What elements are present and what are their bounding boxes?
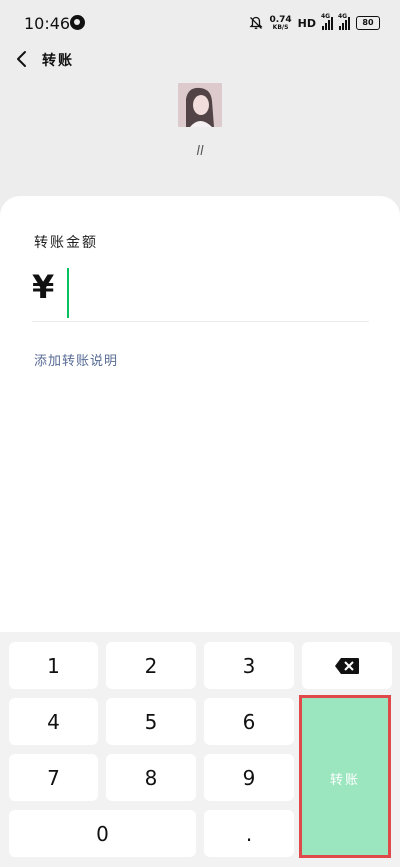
avatar-photo <box>178 83 222 127</box>
status-time: 10:46 <box>24 14 71 33</box>
key-0[interactable]: 0 <box>9 810 196 857</box>
add-transfer-note-link[interactable]: 添加转账说明 <box>34 350 118 369</box>
numeric-keypad: 1 2 3 4 5 6 7 8 9 0 . 转账 <box>0 632 400 867</box>
status-bar: 10:46 0.74 KB/S HD 4G 4G 80 <box>0 0 400 44</box>
bell-muted-icon <box>249 16 264 30</box>
page-title: 转账 <box>42 53 74 69</box>
network-speed: 0.74 KB/S <box>269 14 292 31</box>
key-6[interactable]: 6 <box>204 698 294 745</box>
transfer-button[interactable]: 转账 <box>300 698 390 858</box>
network-speed-unit: KB/S <box>272 23 289 31</box>
key-1[interactable]: 1 <box>9 642 98 689</box>
recipient-nickname: ll <box>196 144 204 159</box>
currency-symbol: ¥ <box>32 268 55 306</box>
status-indicators: 0.74 KB/S HD 4G 4G 80 <box>249 12 380 34</box>
avatar <box>178 83 222 127</box>
network-type-2: 4G <box>338 13 348 20</box>
signal-icon-1: 4G <box>321 13 333 30</box>
key-3[interactable]: 3 <box>204 642 294 689</box>
key-8[interactable]: 8 <box>106 754 196 801</box>
battery-icon: 80 <box>356 16 380 30</box>
key-4[interactable]: 4 <box>9 698 98 745</box>
signal-icon-2: 4G <box>338 13 350 30</box>
network-type-1: 4G <box>321 13 331 20</box>
backspace-icon <box>335 657 359 674</box>
nav-bar: 转账 <box>0 44 400 76</box>
key-5[interactable]: 5 <box>106 698 196 745</box>
key-decimal[interactable]: . <box>204 810 294 857</box>
key-9[interactable]: 9 <box>204 754 294 801</box>
chevron-left-icon[interactable] <box>12 48 34 70</box>
text-cursor <box>67 268 69 318</box>
delete-key[interactable] <box>302 642 392 689</box>
amount-input[interactable] <box>66 268 366 316</box>
key-2[interactable]: 2 <box>106 642 196 689</box>
hd-indicator: HD <box>297 16 316 30</box>
divider <box>32 321 369 322</box>
key-7[interactable]: 7 <box>9 754 98 801</box>
network-speed-value: 0.74 <box>269 14 292 25</box>
amount-label: 转账金额 <box>34 235 98 251</box>
transfer-card: 转账金额 ¥ 添加转账说明 <box>0 196 400 636</box>
navigation-app-icon <box>70 15 85 30</box>
